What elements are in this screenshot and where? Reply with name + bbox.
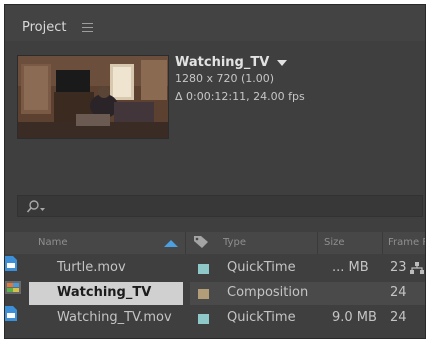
preview-item-name-row[interactable]: Watching_TV (175, 54, 288, 70)
project-item-row[interactable]: Watching_TV Composition 24 (5, 281, 425, 306)
item-size: 9.0 MB (332, 310, 377, 325)
label-color-swatch[interactable] (198, 289, 209, 299)
project-item-row[interactable]: Turtle.mov QuickTime ... MB 23 (5, 256, 425, 281)
preview-resolution: 1280 x 720 (1.00) (175, 72, 275, 85)
footage-file-icon (5, 256, 17, 271)
search-icon[interactable] (26, 199, 48, 215)
item-name: Turtle.mov (57, 260, 126, 275)
column-divider[interactable] (317, 232, 318, 254)
label-color-swatch[interactable] (198, 264, 209, 274)
column-size[interactable]: Size (324, 237, 345, 248)
hamburger-menu-icon[interactable] (82, 23, 93, 32)
project-panel: Project Watching_TV 1280 x 720 (1.00) Δ … (4, 4, 426, 339)
item-name: Watching_TV (57, 285, 152, 300)
project-item-row[interactable]: Watching_TV.mov QuickTime 9.0 MB 24 (5, 306, 425, 331)
column-frame-rate[interactable]: Frame R (388, 237, 425, 248)
preview-thumbnail (17, 55, 169, 139)
sort-ascending-icon[interactable] (163, 239, 179, 248)
label-tag-icon[interactable] (193, 235, 209, 249)
label-color-swatch[interactable] (198, 314, 209, 324)
item-type: QuickTime (227, 260, 296, 275)
panel-title[interactable]: Project (22, 20, 66, 35)
item-frame-rate: 23 (390, 260, 407, 275)
footage-file-icon (5, 306, 17, 321)
column-divider[interactable] (185, 232, 186, 254)
preview-item-name: Watching_TV (175, 54, 270, 70)
item-name: Watching_TV.mov (57, 310, 172, 325)
item-frame-rate: 24 (390, 285, 407, 300)
panel-header: Project (5, 5, 425, 41)
preview-duration: Δ 0:00:12:11, 24.00 fps (175, 90, 305, 103)
composition-icon (5, 281, 21, 294)
column-name[interactable]: Name (38, 237, 68, 248)
item-frame-rate: 24 (390, 310, 407, 325)
column-type[interactable]: Type (223, 237, 246, 248)
search-field[interactable] (17, 195, 423, 217)
dropdown-caret-icon[interactable] (277, 60, 288, 66)
flowchart-icon[interactable] (409, 261, 425, 275)
column-header-row: Name Type Size Frame R (5, 232, 425, 254)
column-divider[interactable] (382, 232, 383, 254)
item-type: QuickTime (227, 310, 296, 325)
item-size: ... MB (332, 260, 369, 275)
item-type: Composition (227, 285, 309, 300)
